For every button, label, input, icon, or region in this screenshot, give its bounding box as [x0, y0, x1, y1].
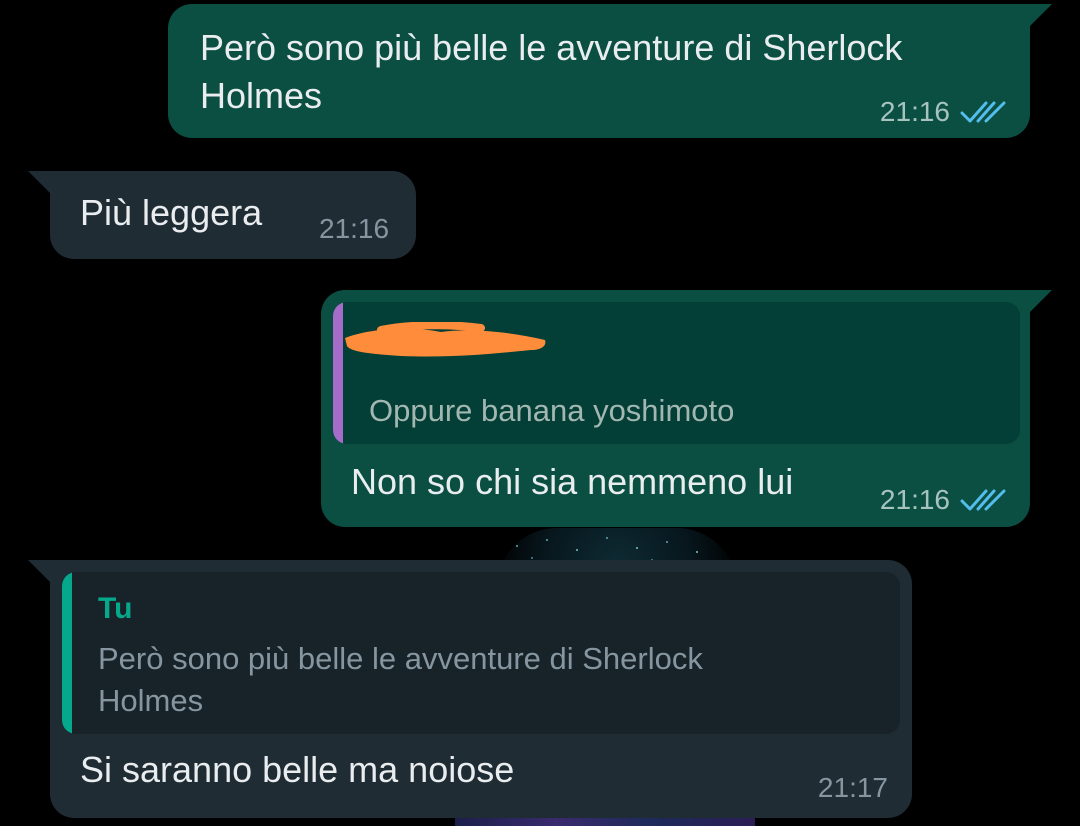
quoted-reply[interactable]: Tu Però sono più belle le avventure di S…	[62, 572, 900, 734]
quoted-author: Tu	[98, 592, 133, 625]
message-text: Si saranno belle ma noiose	[80, 749, 515, 790]
quote-accent-bar	[62, 572, 72, 734]
double-check-icon	[960, 489, 1006, 511]
message-meta: 21:16	[880, 96, 1006, 128]
bubble-tail	[1030, 290, 1052, 312]
quoted-text: Oppure banana yoshimoto	[369, 393, 735, 428]
message-text: Più leggera	[80, 192, 263, 233]
message-bubble-outgoing[interactable]: Però sono più belle le avventure di Sher…	[168, 4, 1052, 138]
message-text: Non so chi sia nemmeno lui	[351, 461, 794, 502]
message-meta: 21:16	[319, 213, 389, 245]
message-bubble-incoming[interactable]: Tu Però sono più belle le avventure di S…	[28, 560, 912, 818]
chat-area: Però sono più belle le avventure di Sher…	[0, 0, 1080, 826]
bubble-tail	[28, 171, 50, 193]
message-meta: 21:16	[880, 484, 1006, 516]
quoted-reply[interactable]: Oppure banana yoshimoto	[333, 302, 1020, 444]
message-meta: 21:17	[818, 772, 888, 804]
message-time: 21:17	[817, 772, 888, 803]
message-bubble-incoming[interactable]: Più leggera 21:16	[28, 171, 416, 259]
redacted-author-mark	[345, 322, 546, 357]
quoted-text: Però sono più belle le avventure di Sher…	[98, 641, 703, 718]
message-bubble-outgoing[interactable]: Oppure banana yoshimoto Non so chi sia n…	[321, 290, 1052, 527]
bubble-tail	[28, 560, 50, 582]
message-time: 21:16	[879, 96, 950, 127]
double-check-icon	[960, 101, 1006, 123]
bubble-tail	[1030, 4, 1052, 26]
message-time: 21:16	[879, 484, 950, 515]
message-time: 21:16	[319, 213, 390, 244]
